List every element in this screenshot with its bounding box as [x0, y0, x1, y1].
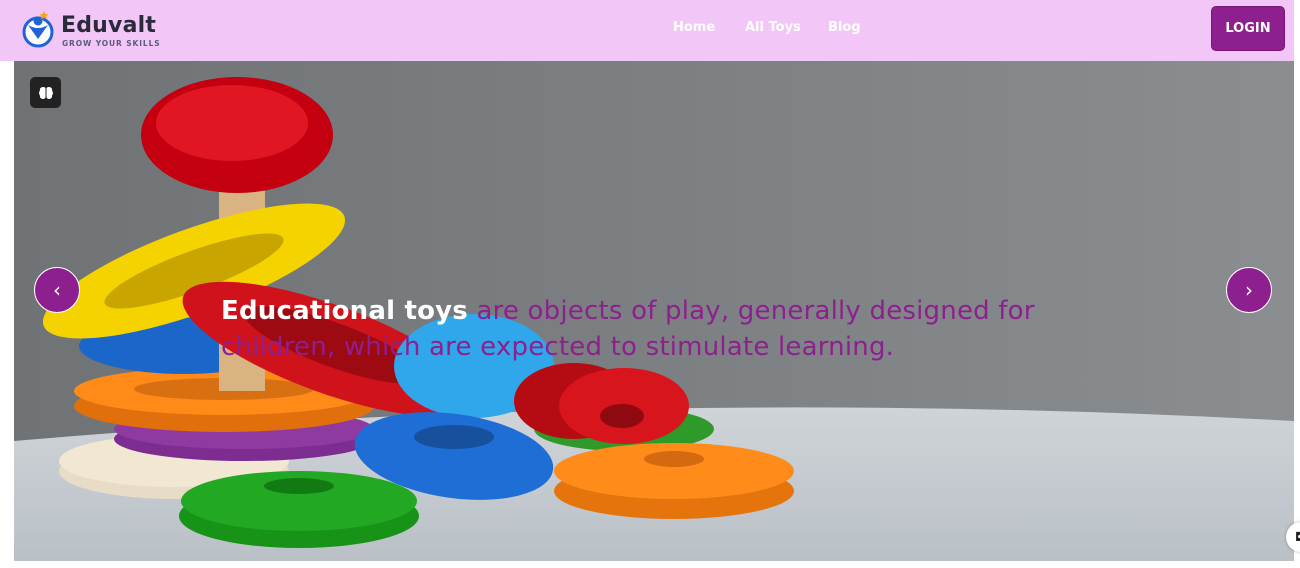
- brain-icon: [38, 86, 53, 99]
- carousel-next-button[interactable]: ›: [1226, 267, 1272, 313]
- navbar: Eduvalt GROW YOUR SKILLS Home All Toys B…: [0, 0, 1294, 61]
- nav-home[interactable]: Home: [673, 20, 715, 35]
- brand-logo[interactable]: Eduvalt GROW YOUR SKILLS: [20, 9, 190, 51]
- chat-icon: ◘: [1295, 530, 1300, 544]
- nav-blog[interactable]: Blog: [828, 20, 861, 35]
- nav-all-toys[interactable]: All Toys: [745, 20, 801, 35]
- hero-caption: Educational toys are objects of play, ge…: [221, 293, 1101, 365]
- hero-caption-highlight: Educational toys: [221, 296, 468, 326]
- login-button[interactable]: LOGIN: [1211, 6, 1285, 51]
- brand-name: Eduvalt: [61, 13, 157, 38]
- hero-carousel: Educational toys are objects of play, ge…: [14, 61, 1294, 561]
- carousel-prev-button[interactable]: ‹: [34, 267, 80, 313]
- brand-tagline: GROW YOUR SKILLS: [62, 39, 161, 48]
- graduate-person-icon: [22, 11, 54, 48]
- brain-button[interactable]: [30, 77, 61, 108]
